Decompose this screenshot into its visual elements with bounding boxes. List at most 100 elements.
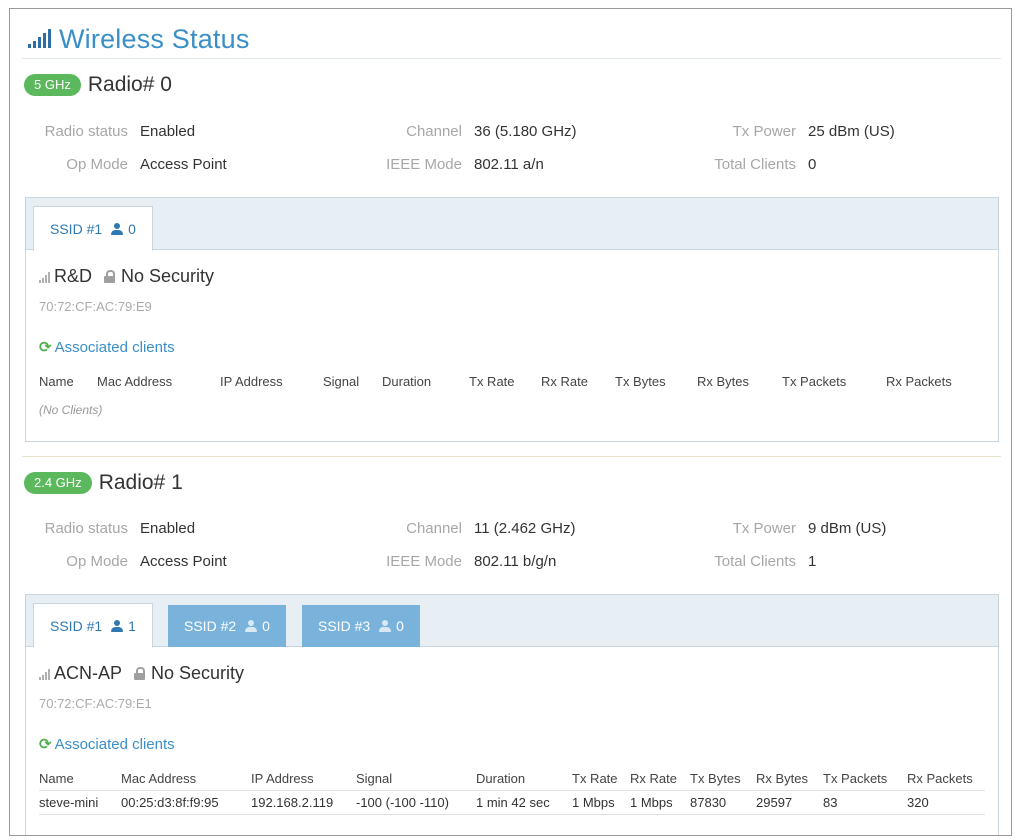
col-tx-packets: Tx Packets <box>782 373 847 389</box>
table-row-divider <box>39 814 985 815</box>
ssid-panel: SSID #1 1 SSID #2 0 SSID #3 0 ACN-AP No … <box>25 594 999 835</box>
client-tx-bytes: 87830 <box>690 794 727 810</box>
ieee-mode-field: IEEE Mode 802.11 b/g/n <box>350 550 556 572</box>
associated-clients-link[interactable]: ⟳ Associated clients <box>39 338 175 357</box>
col-rx-bytes: Rx Bytes <box>697 373 750 389</box>
signal-bars-icon <box>39 668 50 680</box>
op-mode-value: Access Point <box>140 552 227 570</box>
client-rx-packets: 320 <box>907 794 929 810</box>
refresh-icon: ⟳ <box>39 339 52 356</box>
col-tx-bytes: Tx Bytes <box>690 770 741 786</box>
client-rx-rate: 1 Mbps <box>630 794 673 810</box>
ieee-mode-label: IEEE Mode <box>386 552 462 570</box>
radio-name: Radio# 1 <box>98 471 183 494</box>
table-header-row: Name Mac Address IP Address Signal Durat… <box>39 766 984 790</box>
ssid-mac-address: 70:72:CF:AC:79:E1 <box>39 696 152 711</box>
tx-power-value: 25 dBm (US) <box>808 122 895 140</box>
associated-clients-label: Associated clients <box>54 338 175 356</box>
client-rx-bytes: 29597 <box>756 794 793 810</box>
client-duration: 1 min 42 sec <box>476 794 550 810</box>
radio-status-label: Radio status <box>44 519 128 537</box>
tab-label: SSID #2 <box>184 618 237 634</box>
channel-label: Channel <box>406 122 462 140</box>
band-badge: 5 GHz <box>24 74 81 96</box>
tx-power-field: Tx Power 9 dBm (US) <box>670 517 887 539</box>
col-tx-rate: Tx Rate <box>469 373 515 389</box>
table-header-divider <box>39 790 985 791</box>
tab-client-count: 0 <box>262 618 270 634</box>
ssid-name: ACN-AP <box>54 663 123 683</box>
col-duration: Duration <box>382 373 432 389</box>
wireless-status-page: Wireless Status 5 GHz Radio# 0 Radio sta… <box>9 8 1012 836</box>
channel-value: 11 (2.462 GHz) <box>474 519 576 537</box>
col-mac: Mac Address <box>121 770 197 786</box>
lock-icon <box>104 270 116 283</box>
col-tx-bytes: Tx Bytes <box>615 373 666 389</box>
user-icon <box>111 619 124 632</box>
user-icon <box>111 222 124 235</box>
tx-power-label: Tx Power <box>732 519 796 537</box>
col-name: Name <box>39 770 74 786</box>
total-clients-value: 1 <box>808 552 817 570</box>
channel-value: 36 (5.180 GHz) <box>474 122 577 140</box>
total-clients-label: Total Clients <box>714 155 796 173</box>
ssid-panel: SSID #1 0 R&D No Security 70:72:CF:AC:79… <box>25 197 999 442</box>
client-tx-rate: 1 Mbps <box>572 794 615 810</box>
col-duration: Duration <box>476 770 526 786</box>
ssid-tab-bar: SSID #1 1 SSID #2 0 SSID #3 0 <box>26 595 998 648</box>
op-mode-field: Op Mode Access Point <box>34 550 227 572</box>
tab-ssid-3[interactable]: SSID #3 0 <box>302 605 420 647</box>
op-mode-label: Op Mode <box>66 155 128 173</box>
header-divider <box>22 58 1001 59</box>
ieee-mode-value: 802.11 a/n <box>474 155 544 173</box>
col-tx-packets: Tx Packets <box>823 770 888 786</box>
col-signal: Signal <box>356 770 393 786</box>
lock-icon <box>134 667 146 680</box>
section-divider <box>22 456 1001 457</box>
col-rx-rate: Rx Rate <box>541 373 588 389</box>
col-rx-bytes: Rx Bytes <box>756 770 809 786</box>
tab-client-count: 0 <box>396 618 404 634</box>
radio-status-value: Enabled <box>140 122 196 140</box>
col-rx-packets: Rx Packets <box>907 770 973 786</box>
associated-clients-label: Associated clients <box>54 735 175 753</box>
col-signal: Signal <box>323 373 360 389</box>
refresh-icon: ⟳ <box>39 736 52 753</box>
radio-header: 5 GHz Radio# 0 <box>24 71 172 99</box>
no-clients-message: (No Clients) <box>39 403 103 417</box>
radio-status-label: Radio status <box>44 122 128 140</box>
tab-label: SSID #1 <box>50 617 103 634</box>
tx-power-label: Tx Power <box>732 122 796 140</box>
client-tx-packets: 83 <box>823 794 838 810</box>
channel-field: Channel 11 (2.462 GHz) <box>350 517 575 539</box>
clients-table: Name Mac Address IP Address Signal Durat… <box>39 369 959 393</box>
channel-label: Channel <box>406 519 462 537</box>
band-badge: 2.4 GHz <box>24 472 92 494</box>
user-icon <box>245 620 258 632</box>
tab-label: SSID #1 <box>50 220 103 237</box>
tab-client-count: 1 <box>128 617 136 634</box>
radio-status-value: Enabled <box>140 519 196 537</box>
ssid-name: R&D <box>54 266 93 286</box>
radio-name: Radio# 0 <box>87 73 172 96</box>
col-rx-packets: Rx Packets <box>886 373 952 389</box>
tab-ssid-1[interactable]: SSID #1 1 <box>33 603 153 648</box>
col-ip: IP Address <box>251 770 314 786</box>
tab-ssid-2[interactable]: SSID #2 0 <box>168 605 286 647</box>
user-icon <box>379 620 392 632</box>
tab-ssid-1[interactable]: SSID #1 0 <box>33 206 153 251</box>
associated-clients-link[interactable]: ⟳ Associated clients <box>39 735 175 754</box>
radio-status-field: Radio status Enabled <box>34 120 195 142</box>
tab-client-count: 0 <box>128 220 136 237</box>
op-mode-field: Op Mode Access Point <box>34 153 226 175</box>
radio-header: 2.4 GHz Radio# 1 <box>24 469 183 497</box>
channel-field: Channel 36 (5.180 GHz) <box>350 120 577 142</box>
tx-power-field: Tx Power 25 dBm (US) <box>670 120 895 142</box>
signal-bars-icon <box>39 271 50 283</box>
ssid-tab-bar: SSID #1 0 <box>26 198 998 251</box>
security-label: No Security <box>121 266 215 286</box>
col-ip: IP Address <box>220 373 283 389</box>
col-rx-rate: Rx Rate <box>630 770 677 786</box>
table-header-row: Name Mac Address IP Address Signal Durat… <box>39 369 959 393</box>
table-row: steve-mini 00:25:d3:8f:f9:95 192.168.2.1… <box>39 790 984 814</box>
